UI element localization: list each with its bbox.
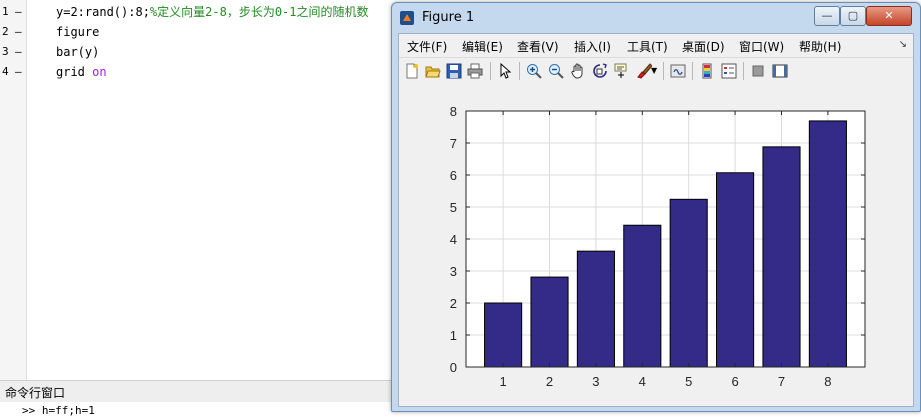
figure-canvas[interactable]: 1 2 3 4 5 6 7 8 0 1 2 3 4 5 6 7 8 [399,84,913,406]
breakpoint-marker[interactable]: – [15,42,22,62]
brush-icon[interactable] [636,63,652,79]
hide-plot-tools-icon[interactable] [750,63,766,79]
menu-edit[interactable]: 编辑(E) [462,38,503,55]
minimize-button[interactable]: — [814,6,840,26]
line-number: 3 [2,45,9,58]
menu-overflow-icon[interactable]: ↘ [899,39,907,50]
x-tick-label: 4 [639,374,646,389]
zoom-in-icon[interactable] [526,63,542,79]
command-prompt[interactable]: >> h=ff;h=1 [22,404,95,417]
toolbar-separator [692,62,693,80]
menu-insert[interactable]: 插入(I) [574,38,611,55]
link-plot-icon[interactable] [670,63,686,79]
figure-title: Figure 1 [422,10,475,25]
code-text: figure [56,25,100,39]
breakpoint-marker[interactable]: – [15,2,22,22]
bar-8 [808,120,847,368]
breakpoint-marker[interactable]: – [15,62,22,82]
bar-6 [716,172,755,368]
x-tick-label: 5 [685,374,692,389]
breakpoint-marker[interactable]: – [15,22,22,42]
code-text: y=2:rand():8;%定义向量2-8，步长为0-1之间的随机数 [56,5,369,19]
menu-tools[interactable]: 工具(T) [627,38,668,55]
x-tick-label: 8 [824,374,831,389]
y-tick-label: 6 [450,168,457,183]
show-plot-tools-icon[interactable] [772,63,788,79]
y-tick-label: 1 [450,328,457,343]
y-tick-label: 7 [450,136,457,151]
menu-file[interactable]: 文件(F) [407,38,447,55]
x-tick-label: 1 [499,374,506,389]
matlab-icon [400,11,414,25]
line-number: 2 [2,25,9,38]
zoom-out-icon[interactable] [548,63,564,79]
bar-3 [576,250,615,368]
y-tick-label: 8 [450,104,457,119]
bar-chart[interactable]: 1 2 3 4 5 6 7 8 0 1 2 3 4 5 6 7 8 [399,84,913,406]
command-window-title: 命令行窗口 [5,386,66,400]
menu-help[interactable]: 帮助(H) [799,38,841,55]
y-tick-label: 2 [450,296,457,311]
figure-menu-bar: 文件(F) 编辑(E) 查看(V) 插入(I) 工具(T) 桌面(D) 窗口(W… [399,34,913,56]
bar-2 [530,276,569,368]
menu-window[interactable]: 窗口(W) [739,38,784,55]
bar-1 [484,302,523,368]
x-tick-label: 2 [546,374,553,389]
y-tick-label: 3 [450,264,457,279]
toolbar-separator [743,62,744,80]
toolbar-separator [490,62,491,80]
menu-view[interactable]: 查看(V) [517,38,559,55]
toolbar-separator [519,62,520,80]
new-figure-icon[interactable] [404,63,420,79]
line-number: 1 [2,5,9,18]
line-number: 4 [2,65,9,78]
figure-window[interactable]: Figure 1 — ▢ ✕ 文件(F) 编辑(E) 查看(V) 插入(I) 工… [391,2,921,412]
figure-toolbar: ▼ [399,57,913,85]
data-cursor-icon[interactable] [614,63,630,79]
x-tick-label: 6 [731,374,738,389]
maximize-button[interactable]: ▢ [840,6,866,26]
code-text: grid on [56,65,107,79]
code-comment: %定义向量2-8，步长为0-1之间的随机数 [149,5,369,19]
open-file-icon[interactable] [425,63,441,79]
toolbar-separator [663,62,664,80]
rotate-3d-icon[interactable] [592,63,608,79]
figure-client-area: 文件(F) 编辑(E) 查看(V) 插入(I) 工具(T) 桌面(D) 窗口(W… [398,33,914,407]
y-tick-label: 4 [450,232,457,247]
code-text: bar(y) [56,45,100,59]
edit-plot-icon[interactable] [497,63,513,79]
pan-icon[interactable] [570,63,586,79]
close-button[interactable]: ✕ [866,6,912,26]
figure-title-bar[interactable]: Figure 1 — ▢ ✕ [392,3,920,33]
y-tick-label: 5 [450,200,457,215]
legend-icon[interactable] [721,63,737,79]
save-icon[interactable] [446,63,462,79]
bar-4 [623,224,662,368]
x-tick-label: 7 [778,374,785,389]
colorbar-icon[interactable] [699,63,715,79]
y-tick-label: 0 [450,360,457,375]
brush-dropdown-icon[interactable]: ▼ [651,63,659,79]
menu-desktop[interactable]: 桌面(D) [682,38,725,55]
print-icon[interactable] [467,63,483,79]
bar-7 [762,146,801,368]
bar-5 [669,198,708,368]
x-tick-label: 3 [592,374,599,389]
code-keyword: on [92,65,107,79]
